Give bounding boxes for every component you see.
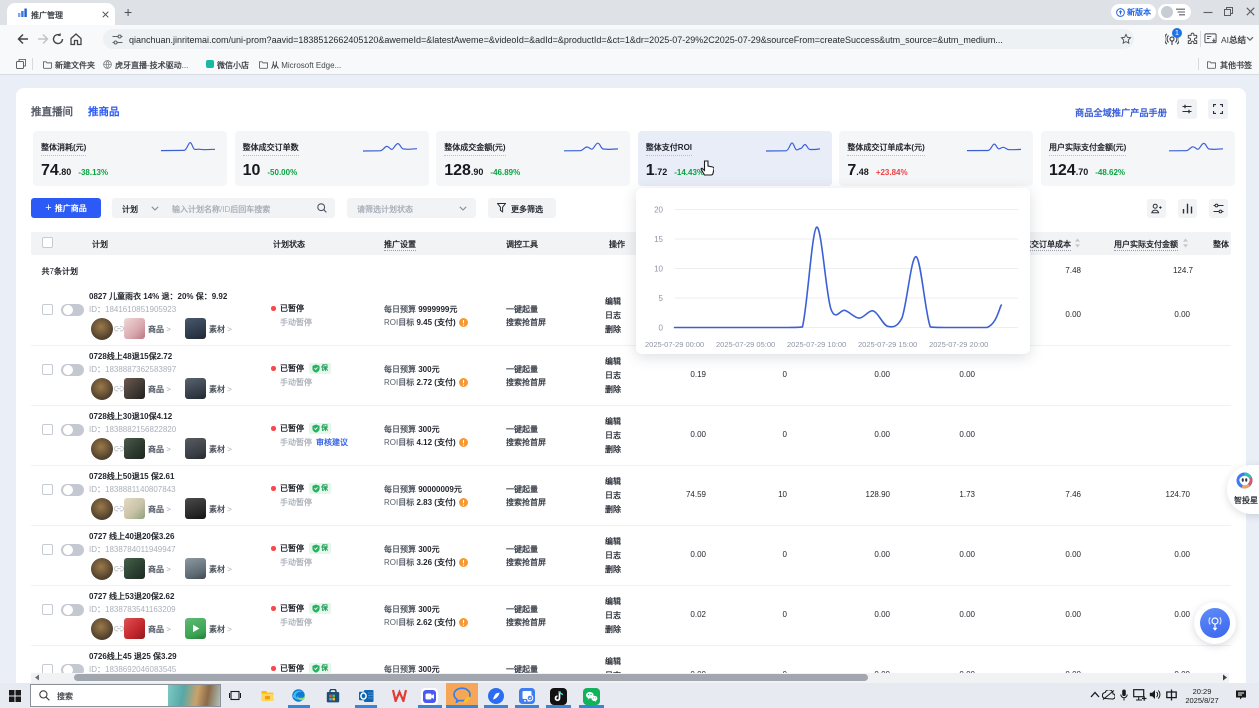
svg-text:2025-07-29 00:00: 2025-07-29 00:00: [645, 340, 704, 349]
svg-text:2025-07-29 20:00: 2025-07-29 20:00: [929, 340, 988, 349]
svg-text:2025-07-29 15:00: 2025-07-29 15:00: [858, 340, 917, 349]
svg-text:20: 20: [654, 205, 663, 214]
svg-text:2025-07-29 10:00: 2025-07-29 10:00: [787, 340, 846, 349]
svg-text:15: 15: [654, 235, 663, 244]
svg-text:5: 5: [659, 294, 664, 303]
svg-text:0: 0: [659, 323, 664, 332]
svg-text:2025-07-29 05:00: 2025-07-29 05:00: [716, 340, 775, 349]
svg-text:10: 10: [654, 264, 663, 273]
